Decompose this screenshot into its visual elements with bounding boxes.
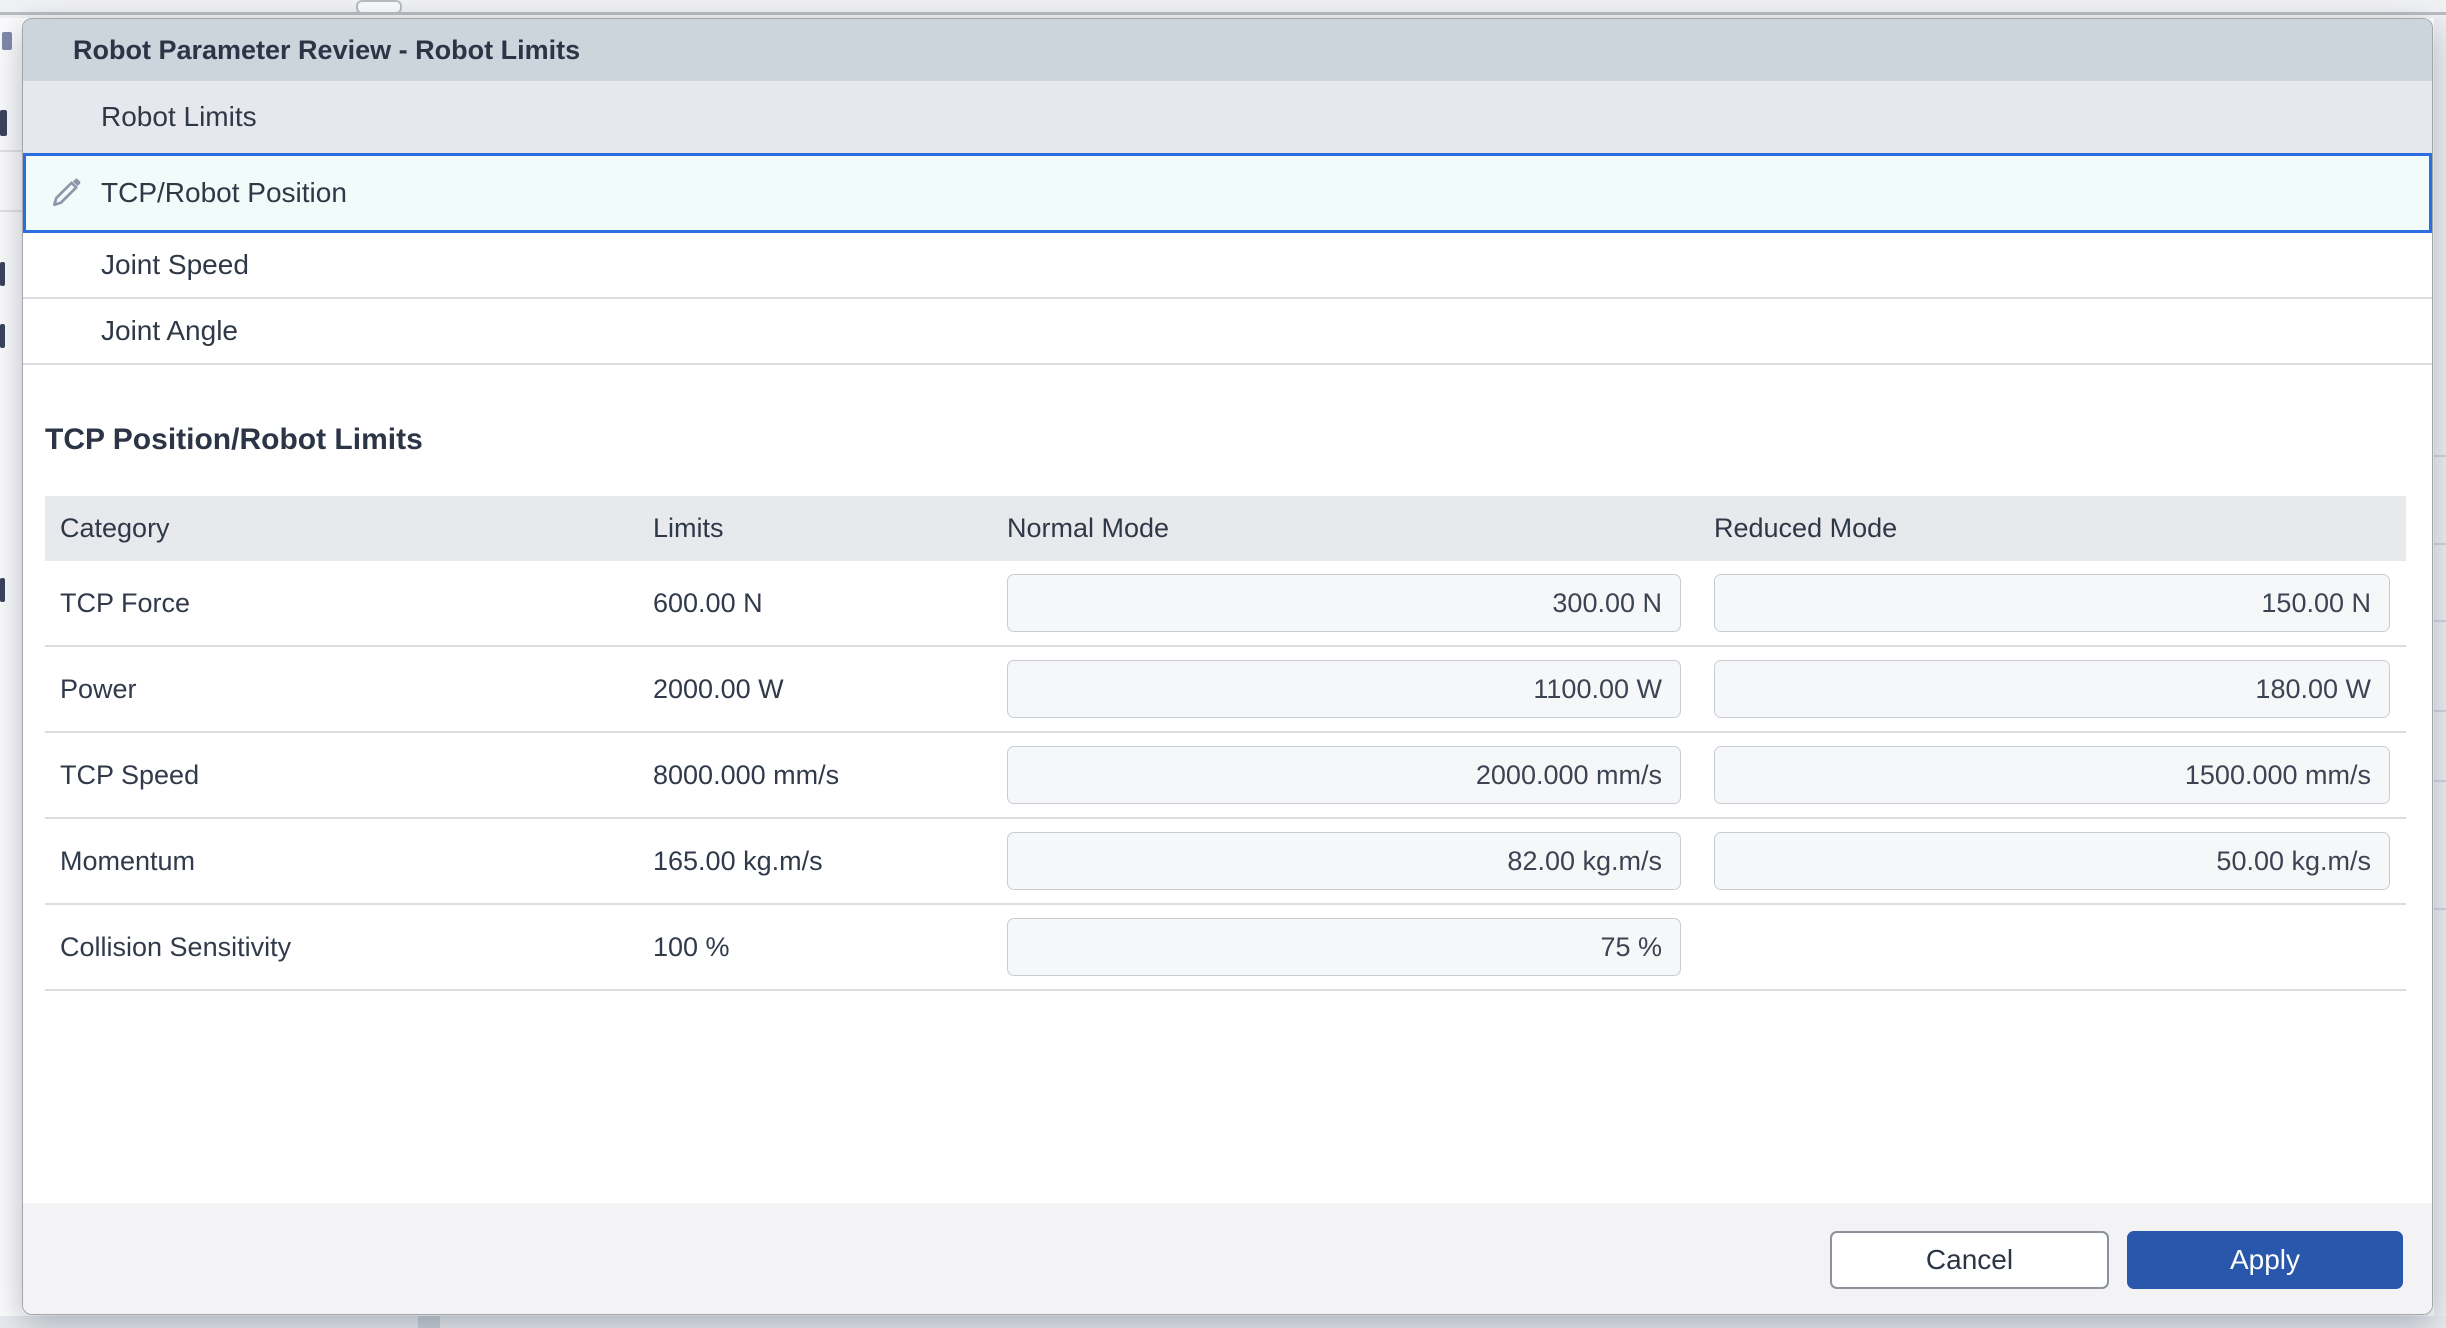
column-header-category: Category	[60, 496, 170, 561]
apply-button[interactable]: Apply	[2127, 1231, 2403, 1289]
background-fragment	[2434, 710, 2446, 712]
limit-value: 600.00 N	[653, 561, 763, 645]
background-fragment	[0, 210, 22, 212]
table-row: Collision Sensitivity 100 %	[45, 905, 2406, 991]
robot-parameter-review-dialog: Robot Parameter Review - Robot Limits Ro…	[22, 18, 2433, 1315]
nav-item-label: TCP/Robot Position	[101, 156, 347, 230]
background-fragment	[2434, 543, 2446, 545]
category-label: Collision Sensitivity	[60, 905, 291, 989]
normal-mode-input[interactable]	[1007, 918, 1681, 976]
dialog-title: Robot Parameter Review - Robot Limits	[73, 19, 580, 81]
table-row: TCP Force 600.00 N	[45, 561, 2406, 647]
nav-group-robot-limits: Robot Limits	[23, 81, 2432, 153]
limit-value: 2000.00 W	[653, 647, 784, 731]
pencil-edit-icon	[48, 175, 84, 211]
column-header-normal-mode: Normal Mode	[1007, 496, 1169, 561]
cancel-button[interactable]: Cancel	[1830, 1231, 2109, 1289]
nav-group-label: Robot Limits	[101, 81, 257, 153]
table-row: Momentum 165.00 kg.m/s	[45, 819, 2406, 905]
category-label: Power	[60, 647, 137, 731]
background-fragment	[0, 324, 5, 348]
nav-item-joint-speed[interactable]: Joint Speed	[23, 233, 2432, 299]
background-right-strip	[2434, 18, 2446, 1316]
table-row: Power 2000.00 W	[45, 647, 2406, 733]
background-fragment	[2434, 620, 2446, 622]
limits-table: Category Limits Normal Mode Reduced Mode…	[45, 496, 2406, 991]
background-fragment	[2434, 908, 2446, 910]
background-fragment	[0, 578, 5, 602]
background-fragment	[0, 262, 5, 286]
dialog-footer: Cancel Apply	[23, 1203, 2432, 1315]
table-body: TCP Force600.00 NPower2000.00 WTCP Speed…	[45, 561, 2406, 991]
limit-value: 165.00 kg.m/s	[653, 819, 823, 903]
nav-item-tcp-robot-position[interactable]: TCP/Robot Position	[23, 153, 2432, 233]
background-fragment	[2, 32, 12, 50]
table-row: TCP Speed 8000.000 mm/s	[45, 733, 2406, 819]
background-left-strip	[0, 18, 22, 1328]
normal-mode-input[interactable]	[1007, 660, 1681, 718]
background-top-strip	[0, 0, 2446, 18]
reduced-mode-input[interactable]	[1714, 832, 2390, 890]
nav-item-joint-angle[interactable]: Joint Angle	[23, 299, 2432, 365]
reduced-mode-input[interactable]	[1714, 660, 2390, 718]
background-bottom-strip	[0, 1316, 2446, 1328]
category-label: TCP Force	[60, 561, 190, 645]
limit-value: 8000.000 mm/s	[653, 733, 839, 817]
normal-mode-input[interactable]	[1007, 832, 1681, 890]
background-tab-fragment	[356, 0, 402, 14]
category-label: Momentum	[60, 819, 195, 903]
nav-item-label: Joint Speed	[101, 233, 249, 297]
screen: Robot Parameter Review - Robot Limits Ro…	[0, 0, 2446, 1328]
background-fragment	[0, 150, 22, 152]
nav-item-label: Joint Angle	[101, 299, 238, 363]
section-title: TCP Position/Robot Limits	[45, 423, 423, 457]
background-fragment	[2434, 455, 2446, 457]
reduced-mode-input[interactable]	[1714, 746, 2390, 804]
column-header-limits: Limits	[653, 496, 724, 561]
normal-mode-input[interactable]	[1007, 746, 1681, 804]
background-fragment	[0, 110, 7, 136]
limit-value: 100 %	[653, 905, 730, 989]
column-header-reduced-mode: Reduced Mode	[1714, 496, 1897, 561]
dialog-title-bar: Robot Parameter Review - Robot Limits	[23, 19, 2432, 81]
reduced-mode-input[interactable]	[1714, 574, 2390, 632]
normal-mode-input[interactable]	[1007, 574, 1681, 632]
background-fragment	[418, 1316, 440, 1328]
category-label: TCP Speed	[60, 733, 199, 817]
background-fragment	[2434, 780, 2446, 782]
table-header-row: Category Limits Normal Mode Reduced Mode	[45, 496, 2406, 561]
